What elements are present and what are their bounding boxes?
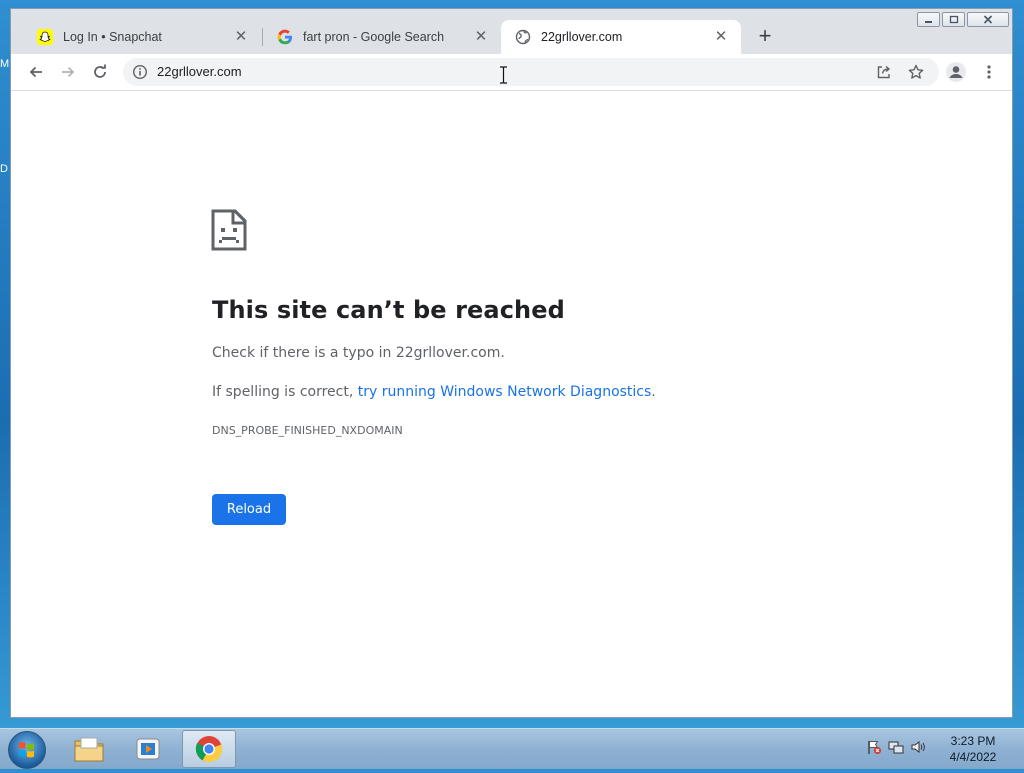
new-tab-button[interactable]: + <box>753 25 777 48</box>
tab-title: 22grllover.com <box>541 30 623 44</box>
network-diagnostics-link[interactable]: try running Windows Network Diagnostics <box>358 384 652 400</box>
diagnostics-prefix: If spelling is correct, <box>212 384 358 400</box>
profile-avatar-icon[interactable] <box>943 59 969 85</box>
reload-button[interactable]: Reload <box>212 494 286 525</box>
bookmark-star-icon[interactable] <box>903 59 929 85</box>
tab-google-search[interactable]: fart pron - Google Search ✕ <box>263 20 501 54</box>
tab-snapchat[interactable]: Log In • Snapchat ✕ <box>23 20 261 54</box>
start-button[interactable] <box>8 731 46 769</box>
close-tab-icon[interactable]: ✕ <box>473 29 489 45</box>
site-info-icon[interactable] <box>132 64 148 85</box>
globe-icon <box>515 29 531 45</box>
address-bar[interactable]: 22grllover.com <box>123 58 939 86</box>
close-window-button[interactable] <box>967 12 1009 27</box>
volume-icon[interactable] <box>910 739 926 760</box>
menu-kebab-icon[interactable] <box>976 59 1002 85</box>
address-bar-url[interactable]: 22grllover.com <box>157 58 242 86</box>
taskbar: 3:23 PM 4/4/2022 <box>0 728 1024 769</box>
tab-22grllover[interactable]: 22grllover.com ✕ <box>501 20 741 54</box>
text-cursor-icon <box>499 66 508 84</box>
chrome-taskbar-button[interactable] <box>182 730 236 768</box>
page-content: This site can’t be reached Check if ther… <box>11 91 1012 717</box>
chrome-icon <box>195 736 223 763</box>
file-explorer-icon[interactable] <box>62 730 116 768</box>
media-player-icon[interactable] <box>122 730 176 768</box>
tab-title: fart pron - Google Search <box>303 30 445 44</box>
forward-button[interactable] <box>55 59 81 85</box>
clock-time: 3:23 PM <box>950 734 996 748</box>
back-button[interactable] <box>23 59 49 85</box>
error-title: This site can’t be reached <box>212 296 565 324</box>
diagnostics-suffix: . <box>651 384 656 400</box>
desktop-label-d: D <box>0 163 8 175</box>
snapchat-icon <box>37 29 53 45</box>
restore-button[interactable] <box>942 12 965 27</box>
error-code: DNS_PROBE_FINISHED_NXDOMAIN <box>212 424 403 437</box>
desktop-label-m: M <box>0 58 10 70</box>
action-center-flag-icon[interactable] <box>866 739 882 760</box>
error-diagnostics-hint: If spelling is correct, try running Wind… <box>212 384 656 400</box>
system-tray <box>866 739 926 760</box>
error-typo-hint: Check if there is a typo in 22grllover.c… <box>212 345 505 361</box>
minimize-button[interactable] <box>917 12 940 27</box>
tab-title: Log In • Snapchat <box>63 30 162 44</box>
browser-window: Log In • Snapchat ✕ fart pron - Google S… <box>10 8 1013 718</box>
close-tab-icon[interactable]: ✕ <box>713 29 729 45</box>
taskbar-clock[interactable]: 3:23 PM 4/4/2022 <box>940 733 1006 765</box>
close-tab-icon[interactable]: ✕ <box>233 29 249 45</box>
broken-page-icon <box>211 209 247 256</box>
share-icon[interactable] <box>871 59 897 85</box>
network-icon[interactable] <box>888 739 904 760</box>
google-icon <box>277 29 293 45</box>
reload-icon-button[interactable] <box>87 59 113 85</box>
clock-date: 4/4/2022 <box>949 750 997 764</box>
browser-toolbar: 22grllover.com <box>11 54 1012 91</box>
tab-strip: Log In • Snapchat ✕ fart pron - Google S… <box>11 9 1012 54</box>
